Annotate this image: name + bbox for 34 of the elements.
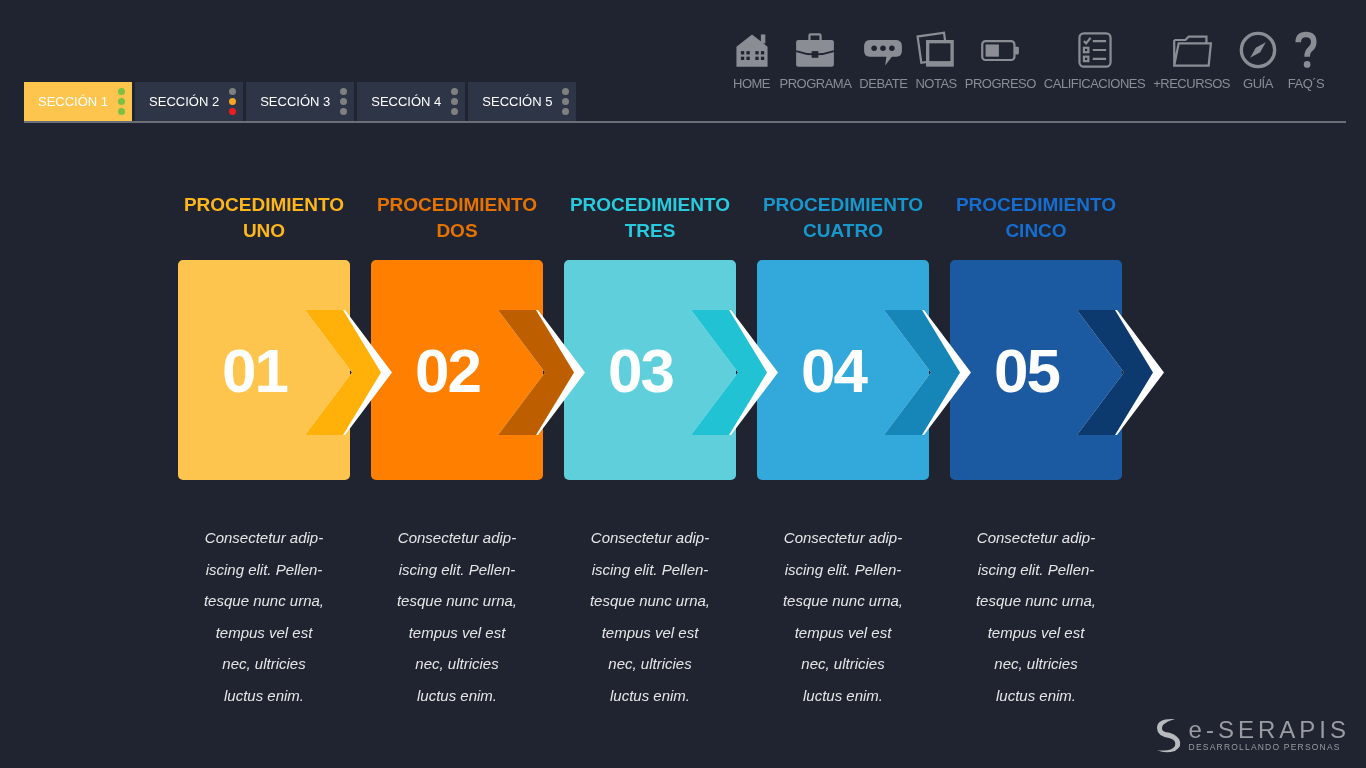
section-tab[interactable]: SECCIÓN 4	[357, 82, 466, 121]
step-title: PROCEDIMIENTO TRES	[569, 193, 731, 243]
nav-button[interactable]: DEBATE	[859, 30, 908, 91]
nav-button[interactable]: HOME	[731, 30, 772, 91]
nav-button[interactable]: +RECURSOS	[1153, 30, 1230, 91]
section-tab[interactable]: SECCIÓN 5	[468, 82, 577, 121]
brand-name: e-SERAPIS	[1188, 718, 1350, 742]
nav-button[interactable]: NOTAS	[915, 30, 957, 91]
nav-button[interactable]: CALIFICACIONES	[1043, 30, 1146, 91]
section-tab[interactable]: SECCIÓN 2	[135, 82, 244, 121]
step-title: PROCEDIMIENTO CINCO	[955, 193, 1117, 243]
step-title: PROCEDIMIENTO CUATRO	[762, 193, 924, 243]
step-number: 04	[801, 334, 866, 406]
step-description: Consectetur adip- iscing elit. Pellen- tesque nunc urna, tempus vel est nec, ultricies luctus enim.	[589, 528, 711, 706]
step-description: Consectetur adip- iscing elit. Pellen- tesque nunc urna, tempus vel est nec, ultricies luctus enim.	[396, 528, 518, 706]
brand-tagline: DESARROLLANDO PERSONAS	[1188, 742, 1342, 752]
nav-button[interactable]: PROGRESO	[964, 30, 1036, 91]
step-number: 05	[994, 334, 1059, 406]
step-description: Consectetur adip- iscing elit. Pellen- tesque nunc urna, tempus vel est nec, ultricies luctus enim.	[975, 528, 1097, 706]
compass-icon	[1238, 30, 1278, 70]
step-title: PROCEDIMIENTO UNO	[183, 193, 345, 243]
step-number: 03	[608, 334, 673, 406]
step-number: 02	[415, 334, 480, 406]
photos-icon	[916, 30, 957, 70]
nav-button[interactable]: FAQ´S	[1286, 30, 1326, 91]
step-description: Consectetur adip- iscing elit. Pellen- tesque nunc urna, tempus vel est nec, ultricies luctus enim.	[782, 528, 904, 706]
briefcase-icon	[795, 30, 836, 70]
step-description: Consectetur adip- iscing elit. Pellen- tesque nunc urna, tempus vel est nec, ultricies luctus enim.	[203, 528, 325, 706]
step-title: PROCEDIMIENTO DOS	[376, 193, 538, 243]
section-tab[interactable]: SECCIÓN 3	[246, 82, 355, 121]
step-number: 01	[222, 334, 287, 406]
nav-button[interactable]: GUÍA	[1238, 30, 1278, 91]
nav-button[interactable]: PROGRAMA	[779, 30, 852, 91]
chevron-arrow-icon	[1077, 310, 1167, 435]
